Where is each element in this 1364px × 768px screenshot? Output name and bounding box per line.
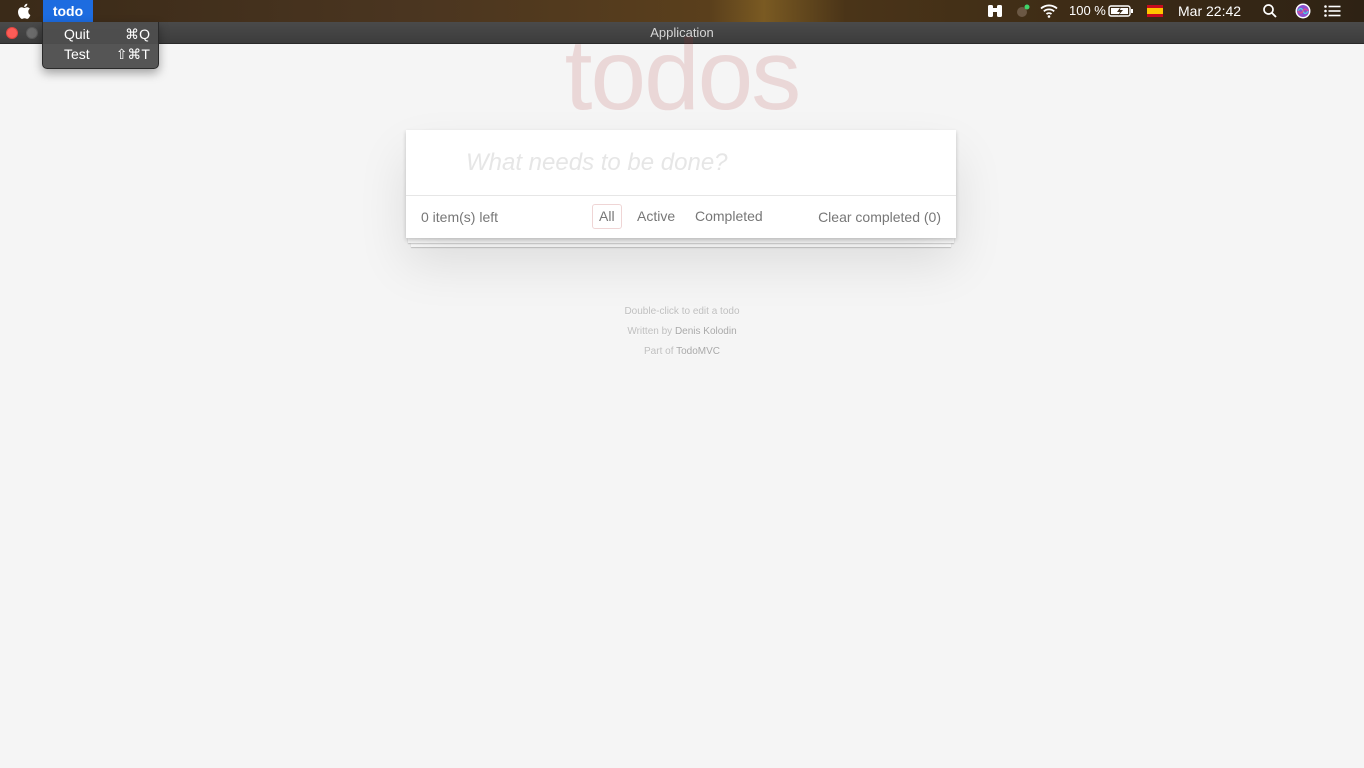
menu-item-shortcut: ⇧⌘T <box>115 46 150 62</box>
menu-item-label: Test <box>64 46 90 62</box>
edit-hint: Double-click to edit a todo <box>624 306 740 317</box>
menu-item-test[interactable]: Test ⇧⌘T <box>43 44 158 64</box>
new-todo-input[interactable] <box>406 130 956 195</box>
stack-decoration <box>408 238 954 243</box>
battery-percent: 100 % <box>1069 3 1106 18</box>
stack-decoration <box>411 243 951 247</box>
app-heading: todos <box>564 19 802 131</box>
menu-item-quit[interactable]: Quit ⌘Q <box>43 24 158 44</box>
info-footer: Double-click to edit a todo Written by D… <box>0 302 1364 362</box>
binoculars-icon[interactable] <box>986 0 1004 22</box>
menu-item-shortcut: ⌘Q <box>125 26 150 42</box>
clear-completed-button[interactable]: Clear completed (0) <box>818 209 941 225</box>
written-by-prefix: Written by <box>627 326 675 337</box>
part-of: Part of TodoMVC <box>0 342 1364 362</box>
spotlight-search-icon[interactable] <box>1262 0 1278 22</box>
notification-center-icon[interactable] <box>1323 0 1341 22</box>
items-left-count: 0 item(s) left <box>421 209 499 225</box>
apple-icon[interactable] <box>16 2 34 20</box>
todomvc-link[interactable]: TodoMVC <box>676 346 720 357</box>
todo-footer: 0 item(s) left All Active Completed Clea… <box>406 195 956 238</box>
filter-all[interactable]: All <box>592 204 622 229</box>
filter-active[interactable]: Active <box>630 204 682 229</box>
app-menu-dropdown: Quit ⌘Q Test ⇧⌘T <box>42 22 159 69</box>
wifi-icon[interactable] <box>1039 0 1059 22</box>
app-menu-todo[interactable]: todo <box>43 0 93 22</box>
written-by: Written by Denis Kolodin <box>0 322 1364 342</box>
siri-icon[interactable] <box>1294 0 1312 22</box>
status-app-icon[interactable] <box>1013 0 1031 22</box>
flag-spain-icon[interactable] <box>1147 0 1163 22</box>
menu-item-label: Quit <box>64 26 90 42</box>
menubar-clock[interactable]: Mar 22:42 <box>1178 0 1241 22</box>
author-link[interactable]: Denis Kolodin <box>675 326 737 337</box>
todo-app-panel: 0 item(s) left All Active Completed Clea… <box>406 130 956 238</box>
filter-completed[interactable]: Completed <box>688 204 770 229</box>
battery-charging-icon[interactable] <box>1108 0 1134 22</box>
part-of-prefix: Part of <box>644 346 677 357</box>
